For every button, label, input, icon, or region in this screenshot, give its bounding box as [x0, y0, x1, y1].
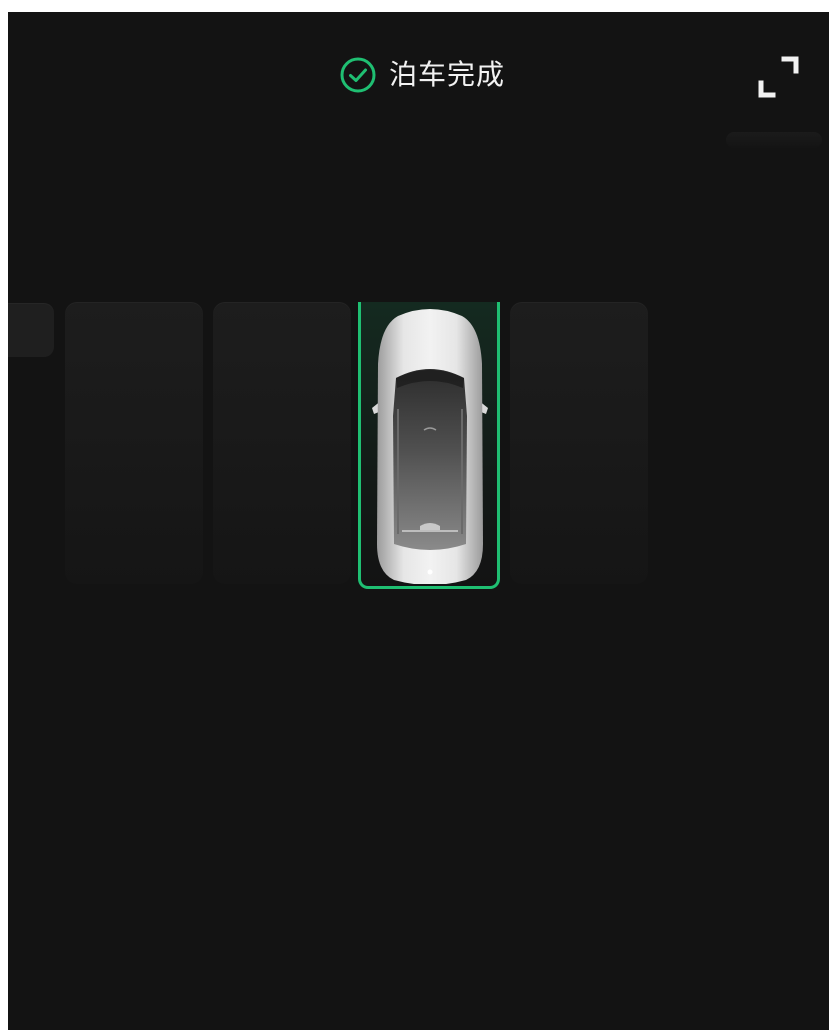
check-circle-icon	[340, 57, 376, 93]
control-shadow	[726, 132, 822, 148]
parking-slot-1[interactable]	[8, 303, 54, 357]
parking-slot-2[interactable]	[65, 302, 203, 584]
parking-status: 泊车完成	[339, 55, 505, 95]
parking-slot-5[interactable]	[510, 302, 648, 584]
parking-screen: 泊车完成	[8, 12, 829, 1030]
expand-icon	[758, 56, 799, 98]
status-text: 泊车完成	[389, 58, 506, 91]
car-top-view-icon	[368, 304, 492, 584]
parking-slot-3[interactable]	[213, 302, 351, 584]
expand-button[interactable]	[748, 52, 808, 104]
